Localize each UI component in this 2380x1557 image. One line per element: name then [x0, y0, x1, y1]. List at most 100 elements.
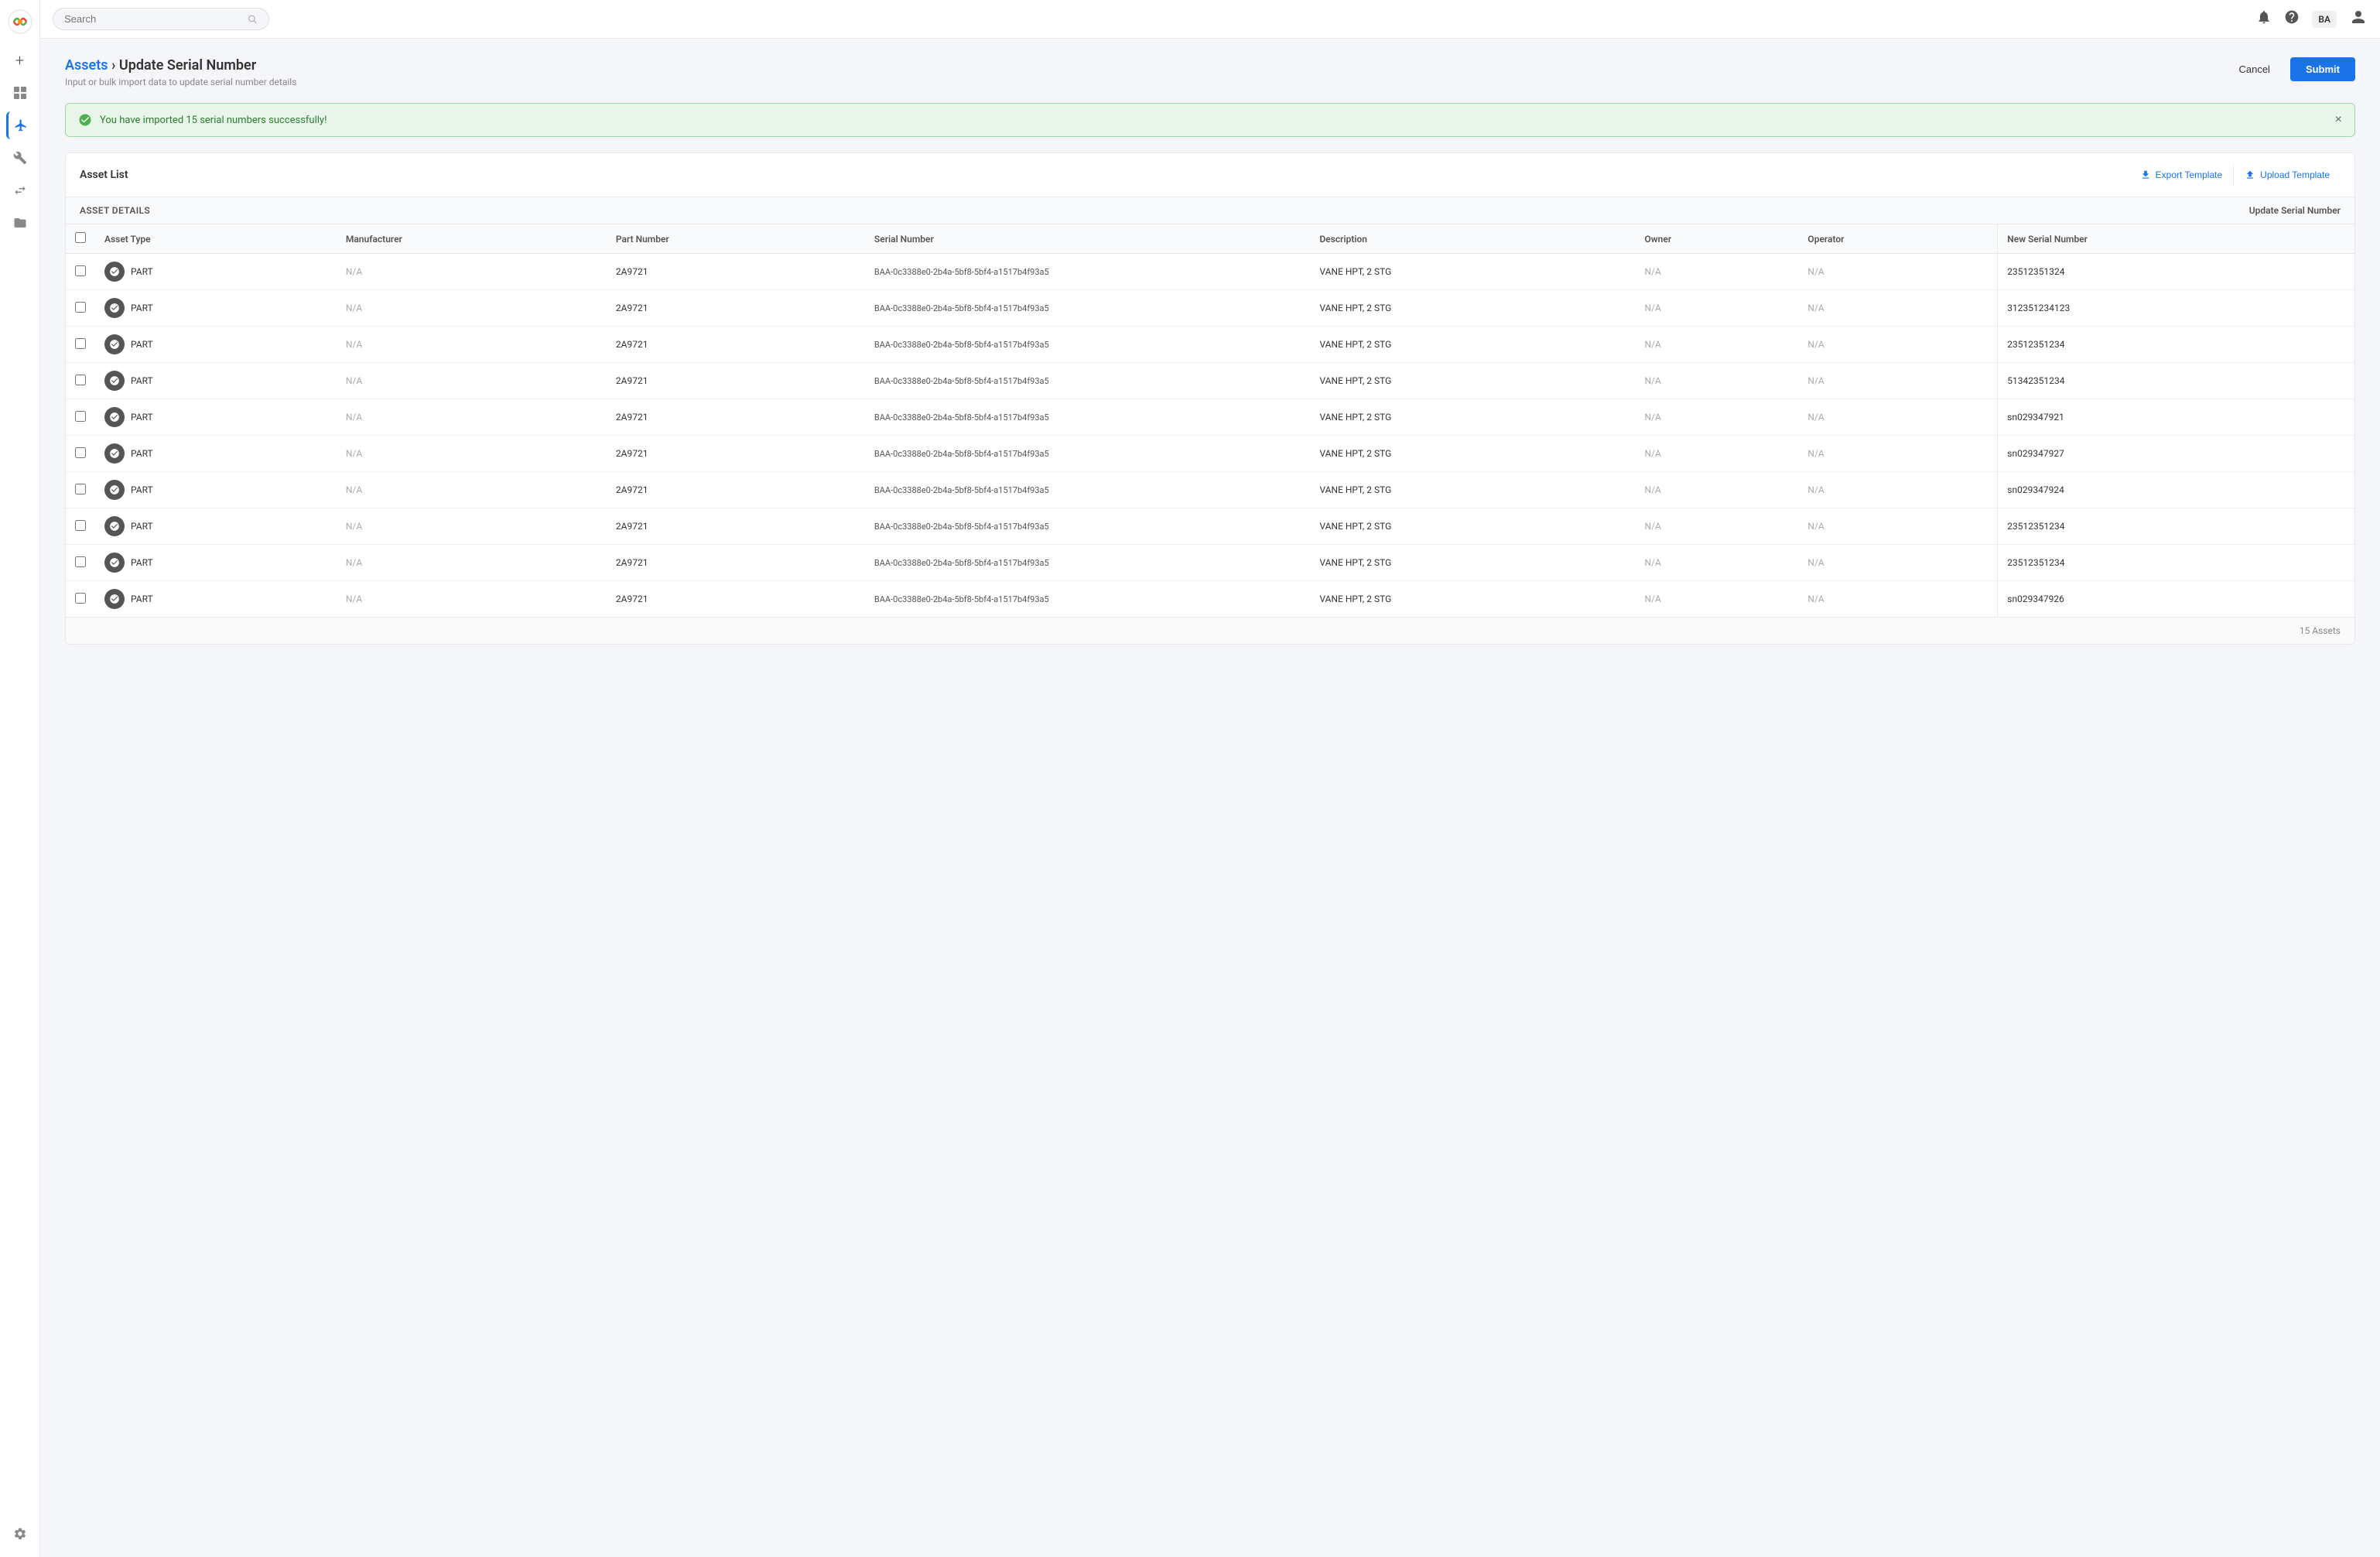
select-all-checkbox[interactable] — [75, 232, 86, 243]
cell-serial-number-3: BAA-0c3388e0-2b4a-5bf8-5bf4-a1517b4f93a5 — [865, 363, 1311, 399]
cell-asset-type-6: PART — [95, 472, 337, 508]
alert-close-button[interactable]: × — [2335, 113, 2342, 127]
row-checkbox-cell[interactable] — [66, 254, 95, 290]
breadcrumb-current: Update Serial Number — [119, 57, 256, 74]
cell-manufacturer-1: N/A — [337, 290, 607, 327]
row-checkbox-8[interactable] — [75, 556, 86, 567]
row-checkbox-3[interactable] — [75, 375, 86, 385]
row-checkbox-9[interactable] — [75, 593, 86, 604]
asset-icon-8 — [104, 553, 125, 573]
row-checkbox-4[interactable] — [75, 411, 86, 422]
search-input[interactable] — [64, 13, 241, 25]
cell-serial-number-9: BAA-0c3388e0-2b4a-5bf8-5bf4-a1517b4f93a5 — [865, 581, 1311, 618]
cancel-button[interactable]: Cancel — [2226, 57, 2282, 81]
cell-description-9: VANE HPT, 2 STG — [1310, 581, 1635, 618]
table-wrapper: Asset Type Manufacturer Part Number Seri… — [66, 224, 2354, 617]
breadcrumb-parent[interactable]: Assets — [65, 57, 108, 74]
cell-operator-0: N/A — [1798, 254, 1997, 290]
sidebar-item-tools[interactable] — [6, 144, 34, 172]
asset-icon-3 — [104, 371, 125, 391]
alert-content: You have imported 15 serial numbers succ… — [78, 113, 327, 127]
cell-operator-9: N/A — [1798, 581, 1997, 618]
col-manufacturer: Manufacturer — [337, 224, 607, 254]
app-logo[interactable] — [8, 9, 32, 34]
col-serial-number: Serial Number — [865, 224, 1311, 254]
sidebar-item-dashboard[interactable] — [6, 79, 34, 107]
table-row: PART N/A 2A9721 BAA-0c3388e0-2b4a-5bf8-5… — [66, 508, 2354, 545]
card-actions: Export Template Upload Template — [2129, 164, 2341, 186]
cell-asset-type-1: PART — [95, 290, 337, 327]
row-checkbox-0[interactable] — [75, 265, 86, 276]
row-checkbox-1[interactable] — [75, 302, 86, 313]
table-header-row: Asset Type Manufacturer Part Number Seri… — [66, 224, 2354, 254]
col-new-serial: New Serial Number — [1998, 224, 2354, 254]
row-checkbox-cell[interactable] — [66, 508, 95, 545]
row-checkbox-cell[interactable] — [66, 581, 95, 618]
cell-serial-number-1: BAA-0c3388e0-2b4a-5bf8-5bf4-a1517b4f93a5 — [865, 290, 1311, 327]
topbar-right: BA — [2256, 8, 2368, 31]
search-box[interactable] — [53, 8, 269, 30]
col-owner: Owner — [1636, 224, 1799, 254]
cell-owner-8: N/A — [1636, 545, 1799, 581]
cell-manufacturer-3: N/A — [337, 363, 607, 399]
cell-new-serial-6: sn029347924 — [1998, 472, 2354, 508]
main-content: Assets › Update Serial Number Input or b… — [40, 39, 2380, 1557]
upload-icon — [2245, 169, 2255, 180]
alert-message: You have imported 15 serial numbers succ… — [100, 115, 327, 126]
upload-template-button[interactable]: Upload Template — [2234, 164, 2341, 186]
upload-label: Upload Template — [2260, 169, 2330, 180]
row-checkbox-cell[interactable] — [66, 472, 95, 508]
success-alert: You have imported 15 serial numbers succ… — [65, 103, 2355, 137]
col-description: Description — [1310, 224, 1635, 254]
row-checkbox-7[interactable] — [75, 520, 86, 531]
user-avatar[interactable] — [2349, 8, 2368, 31]
export-template-button[interactable]: Export Template — [2129, 164, 2235, 186]
notifications-icon[interactable] — [2256, 9, 2272, 29]
cell-manufacturer-7: N/A — [337, 508, 607, 545]
cell-part-number-7: 2A9721 — [607, 508, 865, 545]
cell-operator-8: N/A — [1798, 545, 1997, 581]
asset-icon-4 — [104, 407, 125, 427]
row-checkbox-2[interactable] — [75, 338, 86, 349]
cell-new-serial-4: sn029347921 — [1998, 399, 2354, 436]
row-checkbox-cell[interactable] — [66, 363, 95, 399]
cell-owner-3: N/A — [1636, 363, 1799, 399]
cell-serial-number-5: BAA-0c3388e0-2b4a-5bf8-5bf4-a1517b4f93a5 — [865, 436, 1311, 472]
asset-icon-1 — [104, 298, 125, 318]
user-initials[interactable]: BA — [2312, 11, 2337, 28]
row-checkbox-cell[interactable] — [66, 399, 95, 436]
sidebar-item-transfers[interactable] — [6, 176, 34, 204]
sidebar-item-add[interactable]: + — [6, 46, 34, 74]
sidebar-item-assets[interactable] — [6, 111, 34, 139]
table-row: PART N/A 2A9721 BAA-0c3388e0-2b4a-5bf8-5… — [66, 290, 2354, 327]
row-checkbox-cell[interactable] — [66, 436, 95, 472]
cell-manufacturer-9: N/A — [337, 581, 607, 618]
cell-part-number-8: 2A9721 — [607, 545, 865, 581]
cell-new-serial-2: 23512351234 — [1998, 327, 2354, 363]
sidebar-item-settings[interactable] — [6, 1520, 34, 1548]
cell-manufacturer-6: N/A — [337, 472, 607, 508]
help-icon[interactable] — [2284, 9, 2300, 29]
row-checkbox-5[interactable] — [75, 447, 86, 458]
cell-new-serial-9: sn029347926 — [1998, 581, 2354, 618]
row-checkbox-cell[interactable] — [66, 327, 95, 363]
cell-serial-number-6: BAA-0c3388e0-2b4a-5bf8-5bf4-a1517b4f93a5 — [865, 472, 1311, 508]
cell-description-4: VANE HPT, 2 STG — [1310, 399, 1635, 436]
cell-asset-type-9: PART — [95, 581, 337, 618]
cell-description-0: VANE HPT, 2 STG — [1310, 254, 1635, 290]
submit-button[interactable]: Submit — [2290, 57, 2355, 81]
row-checkbox-6[interactable] — [75, 484, 86, 494]
cell-serial-number-2: BAA-0c3388e0-2b4a-5bf8-5bf4-a1517b4f93a5 — [865, 327, 1311, 363]
col-operator: Operator — [1798, 224, 1997, 254]
row-checkbox-cell[interactable] — [66, 545, 95, 581]
cell-operator-6: N/A — [1798, 472, 1997, 508]
download-icon — [2140, 169, 2151, 180]
cell-description-3: VANE HPT, 2 STG — [1310, 363, 1635, 399]
sidebar-item-documents[interactable] — [6, 209, 34, 237]
cell-owner-2: N/A — [1636, 327, 1799, 363]
row-checkbox-cell[interactable] — [66, 290, 95, 327]
table-row: PART N/A 2A9721 BAA-0c3388e0-2b4a-5bf8-5… — [66, 363, 2354, 399]
cell-operator-3: N/A — [1798, 363, 1997, 399]
cell-owner-0: N/A — [1636, 254, 1799, 290]
cell-operator-2: N/A — [1798, 327, 1997, 363]
